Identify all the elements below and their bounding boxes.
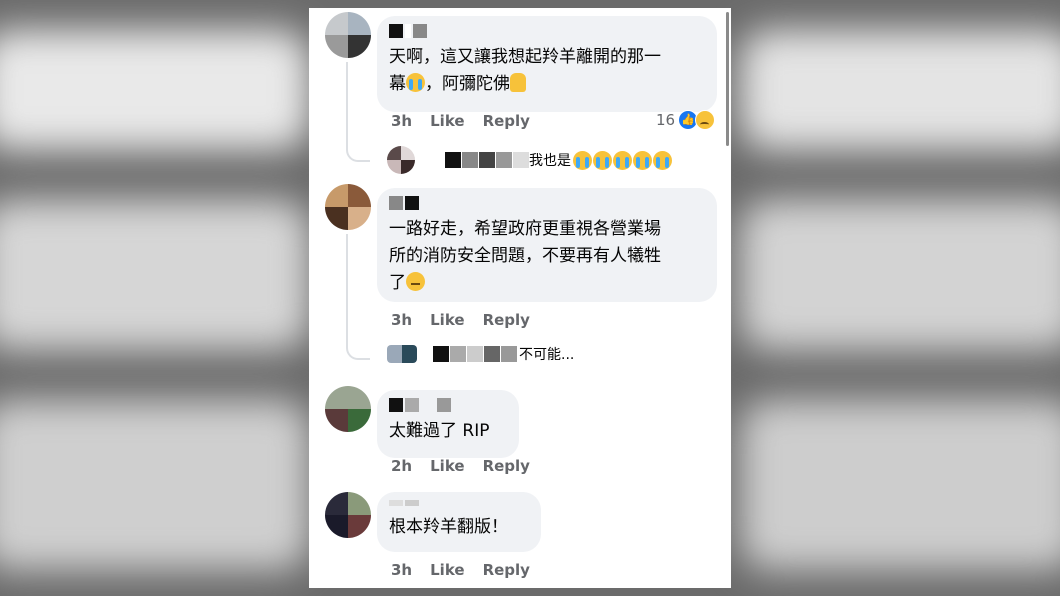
loudly-crying-face-emoji bbox=[613, 150, 632, 170]
comment-timestamp[interactable]: 2h bbox=[391, 457, 412, 475]
reply-button[interactable]: Reply bbox=[483, 311, 530, 329]
like-button[interactable]: Like bbox=[430, 311, 464, 329]
replier-name-redacted bbox=[445, 152, 529, 168]
comments-panel: 天啊，這又讓我想起羚羊離開的那一 幕，阿彌陀佛 3h Like Reply 16… bbox=[309, 8, 731, 588]
avatar bbox=[387, 345, 417, 363]
comment-timestamp[interactable]: 3h bbox=[391, 561, 412, 579]
commenter-name-redacted[interactable] bbox=[389, 196, 705, 210]
loudly-crying-face-emoji bbox=[653, 150, 672, 170]
commenter-name-redacted[interactable] bbox=[389, 398, 507, 412]
folded-hands-emoji bbox=[510, 73, 526, 92]
comment-timestamp[interactable]: 3h bbox=[391, 112, 412, 130]
reply-preview-text: 不可能... bbox=[519, 347, 575, 363]
avatar[interactable] bbox=[325, 492, 371, 538]
sad-reaction-icon bbox=[695, 110, 716, 130]
comment-actions: 3h Like Reply bbox=[391, 311, 548, 329]
comment-actions: 2h Like Reply bbox=[391, 457, 548, 475]
avatar bbox=[387, 146, 415, 174]
comment-text: 太難過了 RIP bbox=[389, 421, 490, 441]
comment-actions: 3h Like Reply bbox=[391, 112, 548, 130]
reply-button[interactable]: Reply bbox=[483, 457, 530, 475]
replier-name-redacted bbox=[433, 346, 517, 362]
thread-curve bbox=[346, 144, 370, 162]
comment-bubble: 根本羚羊翻版！ bbox=[377, 492, 541, 552]
loudly-crying-face-emoji bbox=[573, 150, 592, 170]
comment-timestamp[interactable]: 3h bbox=[391, 311, 412, 329]
loudly-crying-face-emoji bbox=[406, 73, 425, 92]
reaction-count: 16 bbox=[656, 111, 676, 129]
reply-preview-text: 我也是 bbox=[529, 153, 571, 169]
scrollbar[interactable] bbox=[726, 12, 729, 146]
thread-line bbox=[346, 234, 348, 344]
loudly-crying-face-emoji bbox=[633, 150, 652, 170]
comment-text: 根本羚羊翻版！ bbox=[389, 517, 508, 537]
avatar[interactable] bbox=[325, 386, 371, 432]
thread-curve bbox=[346, 342, 370, 360]
comment-bubble: 一路好走，希望政府更重視各營業場 所的消防安全問題，不要再有人犧牲 了 bbox=[377, 188, 717, 302]
commenter-name-redacted[interactable] bbox=[389, 24, 705, 38]
reply-preview[interactable]: 我也是 bbox=[387, 146, 672, 174]
reaction-summary[interactable]: 16 👍 bbox=[656, 110, 716, 130]
comment-text: 一路好走，希望政府更重視各營業場 所的消防安全問題，不要再有人犧牲 了 bbox=[389, 219, 661, 293]
comment-bubble: 太難過了 RIP bbox=[377, 390, 519, 458]
avatar[interactable] bbox=[325, 184, 371, 230]
reply-preview[interactable]: 不可能... bbox=[387, 344, 574, 364]
reply-button[interactable]: Reply bbox=[483, 561, 530, 579]
reply-button[interactable]: Reply bbox=[483, 112, 530, 130]
commenter-name-redacted[interactable] bbox=[389, 500, 529, 506]
like-button[interactable]: Like bbox=[430, 457, 464, 475]
comment-text: 天啊，這又讓我想起羚羊離開的那一 幕，阿彌陀佛 bbox=[389, 47, 661, 94]
thread-line bbox=[346, 62, 348, 146]
like-button[interactable]: Like bbox=[430, 112, 464, 130]
emoji-row bbox=[573, 150, 672, 170]
pensive-face-emoji bbox=[406, 272, 425, 291]
comment-bubble: 天啊，這又讓我想起羚羊離開的那一 幕，阿彌陀佛 bbox=[377, 16, 717, 112]
comment-actions: 3h Like Reply bbox=[391, 561, 548, 579]
like-button[interactable]: Like bbox=[430, 561, 464, 579]
avatar[interactable] bbox=[325, 12, 371, 58]
loudly-crying-face-emoji bbox=[593, 150, 612, 170]
